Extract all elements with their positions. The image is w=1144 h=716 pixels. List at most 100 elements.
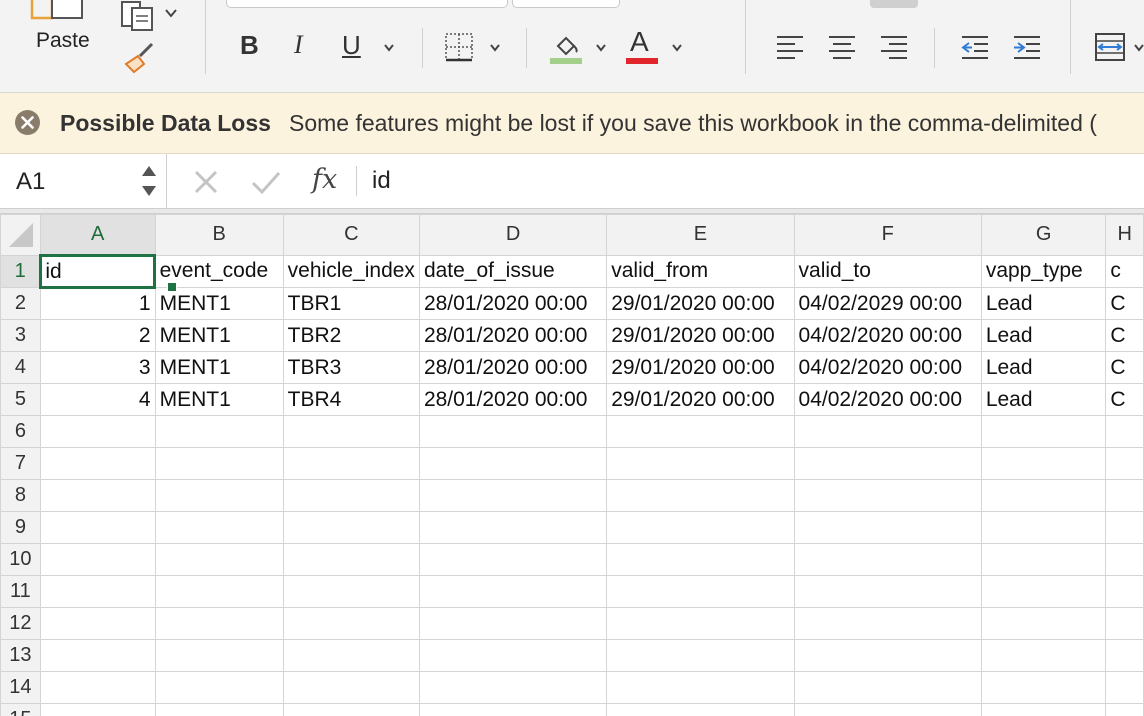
cell-d15[interactable] bbox=[418, 703, 608, 716]
cell-h9[interactable] bbox=[1105, 511, 1144, 544]
cell-d7[interactable] bbox=[418, 447, 608, 480]
cell-b2[interactable]: MENT1 bbox=[154, 287, 284, 320]
name-box-stepper-icon[interactable] bbox=[140, 162, 158, 200]
column-header-e[interactable]: E bbox=[606, 214, 795, 256]
row-header[interactable]: 15 bbox=[0, 703, 41, 716]
cell-c13[interactable] bbox=[282, 639, 420, 672]
cell-f8[interactable] bbox=[793, 479, 982, 512]
cell-f10[interactable] bbox=[793, 543, 982, 576]
row-header[interactable]: 1 bbox=[0, 254, 42, 288]
column-header-c[interactable]: C bbox=[282, 214, 420, 256]
cell-f6[interactable] bbox=[793, 415, 982, 448]
cell-e12[interactable] bbox=[606, 607, 795, 640]
cell-g6[interactable] bbox=[980, 415, 1107, 448]
cell-g4[interactable]: Lead bbox=[980, 351, 1107, 384]
row-header[interactable]: 11 bbox=[0, 575, 41, 608]
cell-h12[interactable] bbox=[1105, 607, 1144, 640]
cell-d1[interactable]: date_of_issue bbox=[418, 254, 608, 288]
cell-g9[interactable] bbox=[980, 511, 1107, 544]
cell-h8[interactable] bbox=[1105, 479, 1144, 512]
cell-e14[interactable] bbox=[606, 671, 795, 704]
cell-d11[interactable] bbox=[418, 575, 608, 608]
cell-g3[interactable]: Lead bbox=[980, 319, 1107, 352]
cell-e9[interactable] bbox=[606, 511, 795, 544]
cell-h3[interactable]: C bbox=[1105, 319, 1144, 352]
select-all-corner[interactable] bbox=[0, 214, 41, 256]
chevron-down-icon[interactable] bbox=[164, 6, 178, 20]
cell-e2[interactable]: 29/01/2020 00:00 bbox=[606, 287, 795, 320]
increase-indent-icon[interactable] bbox=[1012, 33, 1042, 61]
cell-a9[interactable] bbox=[39, 511, 156, 544]
cell-c3[interactable]: TBR2 bbox=[282, 319, 420, 352]
cell-b13[interactable] bbox=[154, 639, 284, 672]
cell-b6[interactable] bbox=[154, 415, 284, 448]
fill-handle[interactable] bbox=[167, 282, 177, 292]
row-header[interactable]: 14 bbox=[0, 671, 41, 704]
cell-g13[interactable] bbox=[980, 639, 1107, 672]
cell-b3[interactable]: MENT1 bbox=[154, 319, 284, 352]
cell-g14[interactable] bbox=[980, 671, 1107, 704]
close-circle-icon[interactable] bbox=[14, 109, 41, 136]
name-box-value[interactable]: A1 bbox=[16, 168, 45, 196]
cell-f15[interactable] bbox=[793, 703, 982, 716]
cell-d13[interactable] bbox=[418, 639, 608, 672]
cell-g7[interactable] bbox=[980, 447, 1107, 480]
column-header-g[interactable]: G bbox=[980, 214, 1107, 256]
align-right-icon[interactable] bbox=[879, 33, 909, 61]
row-header[interactable]: 8 bbox=[0, 479, 41, 512]
row-header[interactable]: 10 bbox=[0, 543, 41, 576]
row-header[interactable]: 13 bbox=[0, 639, 41, 672]
cell-g2[interactable]: Lead bbox=[980, 287, 1107, 320]
cell-e1[interactable]: valid_from bbox=[606, 254, 795, 288]
cell-b9[interactable] bbox=[154, 511, 284, 544]
cell-a7[interactable] bbox=[39, 447, 156, 480]
cell-h4[interactable]: C bbox=[1105, 351, 1144, 384]
cell-b15[interactable] bbox=[154, 703, 284, 716]
font-size-dropdown[interactable] bbox=[512, 0, 620, 8]
cell-c8[interactable] bbox=[282, 479, 420, 512]
cell-e5[interactable]: 29/01/2020 00:00 bbox=[606, 383, 795, 416]
cell-h6[interactable] bbox=[1105, 415, 1144, 448]
cell-e7[interactable] bbox=[606, 447, 795, 480]
cell-b10[interactable] bbox=[154, 543, 284, 576]
cell-b14[interactable] bbox=[154, 671, 284, 704]
cell-g8[interactable] bbox=[980, 479, 1107, 512]
cell-h2[interactable]: C bbox=[1105, 287, 1144, 320]
cell-g11[interactable] bbox=[980, 575, 1107, 608]
cell-b8[interactable] bbox=[154, 479, 284, 512]
cancel-icon[interactable] bbox=[192, 168, 220, 196]
cell-d14[interactable] bbox=[418, 671, 608, 704]
row-header[interactable]: 4 bbox=[0, 351, 41, 384]
font-name-dropdown[interactable] bbox=[226, 0, 508, 8]
cell-a3[interactable]: 2 bbox=[39, 319, 156, 352]
cell-f2[interactable]: 04/02/2029 00:00 bbox=[793, 287, 982, 320]
row-header[interactable]: 7 bbox=[0, 447, 41, 480]
cell-e13[interactable] bbox=[606, 639, 795, 672]
cell-h7[interactable] bbox=[1105, 447, 1144, 480]
cell-c5[interactable]: TBR4 bbox=[282, 383, 420, 416]
column-header-f[interactable]: F bbox=[793, 214, 982, 256]
cell-f3[interactable]: 04/02/2020 00:00 bbox=[793, 319, 982, 352]
cell-e15[interactable] bbox=[606, 703, 795, 716]
cell-g1[interactable]: vapp_type bbox=[980, 254, 1107, 288]
cell-f12[interactable] bbox=[793, 607, 982, 640]
chevron-down-icon[interactable] bbox=[1134, 42, 1144, 52]
cell-e10[interactable] bbox=[606, 543, 795, 576]
column-header-h[interactable]: H bbox=[1105, 214, 1144, 256]
cell-c10[interactable] bbox=[282, 543, 420, 576]
cell-c11[interactable] bbox=[282, 575, 420, 608]
copy-icon[interactable] bbox=[120, 0, 156, 32]
cell-d3[interactable]: 28/01/2020 00:00 bbox=[418, 319, 608, 352]
cell-a12[interactable] bbox=[39, 607, 156, 640]
fill-color-icon[interactable] bbox=[550, 30, 584, 64]
cell-a8[interactable] bbox=[39, 479, 156, 512]
function-icon[interactable]: fx bbox=[312, 164, 337, 195]
cell-c7[interactable] bbox=[282, 447, 420, 480]
cell-h14[interactable] bbox=[1105, 671, 1144, 704]
underline-button[interactable]: U bbox=[342, 30, 361, 61]
cell-a10[interactable] bbox=[39, 543, 156, 576]
cell-a15[interactable] bbox=[39, 703, 156, 716]
cell-f4[interactable]: 04/02/2020 00:00 bbox=[793, 351, 982, 384]
row-header[interactable]: 6 bbox=[0, 415, 41, 448]
align-center-icon[interactable] bbox=[827, 33, 857, 61]
